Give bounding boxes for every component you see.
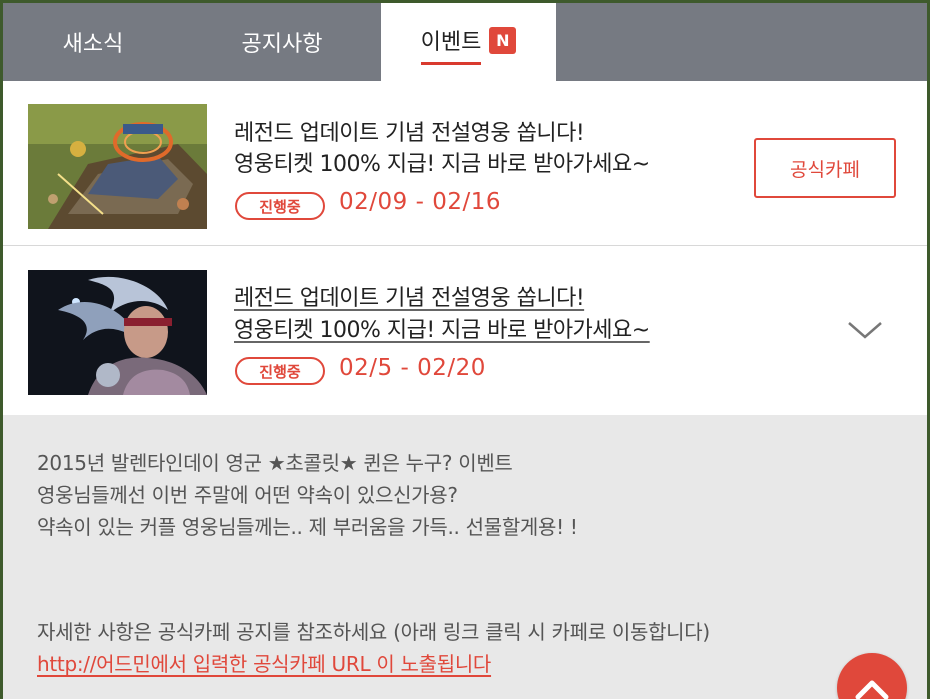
tab-news[interactable]: 새소식: [3, 3, 183, 81]
event-thumbnail: [28, 104, 207, 229]
tab-notice-label: 공지사항: [241, 32, 323, 57]
cafe-url-link[interactable]: http://어드민에서 입력한 공식카페 URL 이 노출됩니다: [37, 648, 491, 677]
tab-event-inner: 이벤트 N: [420, 20, 517, 65]
chevron-down-icon[interactable]: [845, 317, 885, 345]
event-popup: 새소식 공지사항 이벤트 N 레전드 업데이트 기념 전설영웅 쏩니다! 영웅티…: [3, 3, 927, 699]
chevron-up-icon: [855, 680, 889, 699]
detail-text-line: 약속이 있는 커플 영웅님들께는.. 제 부러움을 가득.. 선물할게용! !: [37, 515, 578, 539]
event-date: 02/09 - 02/16: [339, 189, 501, 215]
event-title-line1: 레전드 업데이트 기념 전설영웅 쏩니다!: [234, 286, 585, 311]
event-date: 02/5 - 02/20: [339, 355, 486, 381]
hero-artwork: [28, 270, 207, 395]
event-item[interactable]: 레전드 업데이트 기념 전설영웅 쏩니다! 영웅티켓 100% 지급! 지금 바…: [3, 247, 927, 415]
tab-bar: 새소식 공지사항 이벤트 N: [3, 3, 927, 81]
event-title-line2: 영웅티켓 100% 지급! 지금 바로 받아가세요~: [234, 318, 650, 343]
tab-notice[interactable]: 공지사항: [183, 3, 381, 81]
tab-event[interactable]: 이벤트 N: [381, 3, 556, 81]
tab-news-label: 새소식: [62, 32, 124, 57]
event-item[interactable]: 레전드 업데이트 기념 전설영웅 쏩니다! 영웅티켓 100% 지급! 지금 바…: [3, 81, 927, 246]
event-title-line1: 레전드 업데이트 기념 전설영웅 쏩니다!: [234, 121, 585, 146]
new-badge: N: [489, 26, 517, 54]
status-badge: 진행중: [235, 192, 325, 220]
event-title-line2: 영웅티켓 100% 지급! 지금 바로 받아가세요~: [234, 152, 650, 177]
event-thumbnail: [28, 270, 207, 395]
fortress-artwork: [28, 104, 207, 229]
detail-text-line: 자세한 사항은 공식카페 공지를 참조하세요 (아래 링크 클릭 시 카페로 이…: [37, 620, 710, 644]
detail-text-line: 2015년 발렌타인데이 영군 ★초콜릿★ 퀸은 누구? 이벤트: [37, 451, 513, 475]
official-cafe-button[interactable]: 공식카페: [754, 138, 896, 198]
tab-event-label: 이벤트: [420, 24, 482, 65]
status-badge: 진행중: [235, 357, 325, 385]
event-detail: 2015년 발렌타인데이 영군 ★초콜릿★ 퀸은 누구? 이벤트 영웅님들께선 …: [3, 415, 927, 699]
detail-text-line: 영웅님들께선 이번 주말에 어떤 약속이 있으신가용?: [37, 483, 458, 507]
